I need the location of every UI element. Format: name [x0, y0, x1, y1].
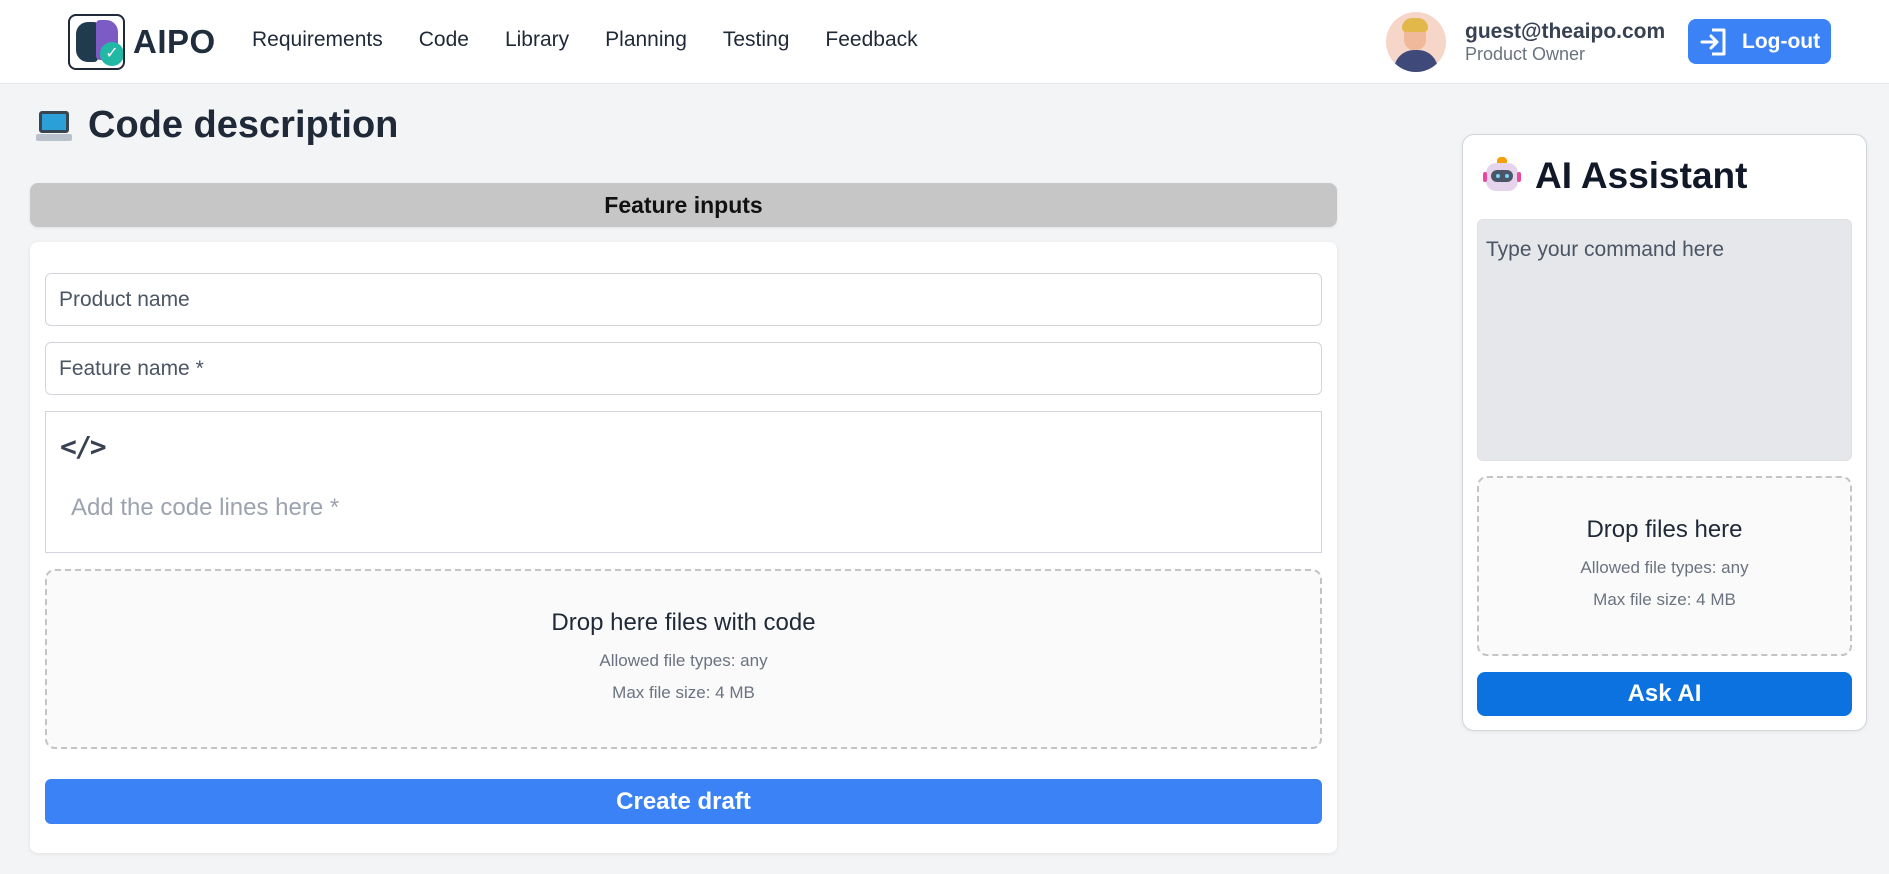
- dropzone-title: Drop files here: [1586, 516, 1743, 543]
- ai-assistant-title: AI Assistant: [1483, 155, 1747, 197]
- brand-name: AIPO: [133, 23, 216, 60]
- dropzone-file-size: Max file size: 4 MB: [1593, 590, 1736, 609]
- nav-item-testing[interactable]: Testing: [723, 28, 790, 52]
- nav-item-code[interactable]: Code: [419, 28, 469, 52]
- ai-command-input[interactable]: [1477, 219, 1852, 461]
- nav-item-feedback[interactable]: Feedback: [825, 28, 917, 52]
- feature-name-input[interactable]: [45, 342, 1322, 395]
- avatar[interactable]: [1386, 12, 1446, 72]
- dropzone-file-types: Allowed file types: any: [1580, 558, 1749, 577]
- ai-assistant-panel: AI Assistant Drop files here Allowed fil…: [1462, 134, 1867, 731]
- product-name-input[interactable]: [45, 273, 1322, 326]
- ask-ai-button[interactable]: Ask AI: [1477, 672, 1852, 716]
- nav-item-planning[interactable]: Planning: [605, 28, 687, 52]
- logout-icon: [1698, 26, 1730, 58]
- dropzone-title: Drop here files with code: [551, 609, 816, 636]
- user-role: Product Owner: [1465, 44, 1586, 64]
- ai-file-dropzone[interactable]: Drop files here Allowed file types: any …: [1477, 476, 1852, 656]
- page-title: Code description: [36, 104, 398, 147]
- user-profile: guest@theaipo.com Product Owner: [1386, 12, 1665, 72]
- aipo-logo-icon: ✓: [68, 14, 125, 70]
- dropzone-file-types: Allowed file types: any: [599, 651, 768, 670]
- logout-label: Log-out: [1742, 29, 1821, 53]
- ai-assistant-title-text: AI Assistant: [1535, 155, 1748, 196]
- code-file-dropzone[interactable]: Drop here files with code Allowed file t…: [45, 569, 1322, 749]
- nav-item-library[interactable]: Library: [505, 28, 569, 52]
- nav-item-requirements[interactable]: Requirements: [252, 28, 383, 52]
- laptop-icon: [36, 109, 72, 143]
- logout-button[interactable]: Log-out: [1688, 19, 1831, 64]
- user-info: guest@theaipo.com Product Owner: [1465, 20, 1665, 64]
- page-title-text: Code description: [88, 104, 399, 146]
- main-nav: Requirements Code Library Planning Testi…: [252, 28, 954, 52]
- create-draft-button[interactable]: Create draft: [45, 779, 1322, 824]
- robot-icon: [1483, 157, 1521, 195]
- user-email: guest@theaipo.com: [1465, 20, 1666, 43]
- top-navigation-bar: ✓ AIPO Requirements Code Library Plannin…: [0, 0, 1889, 84]
- dropzone-file-size: Max file size: 4 MB: [612, 683, 755, 702]
- brand-logo[interactable]: ✓ AIPO: [68, 14, 216, 70]
- feature-inputs-card: </> Add the code lines here * Drop here …: [30, 242, 1337, 853]
- code-placeholder: Add the code lines here *: [71, 494, 340, 521]
- feature-inputs-header: Feature inputs: [30, 183, 1337, 227]
- code-editor[interactable]: </> Add the code lines here *: [45, 411, 1322, 553]
- code-icon: </>: [60, 430, 107, 463]
